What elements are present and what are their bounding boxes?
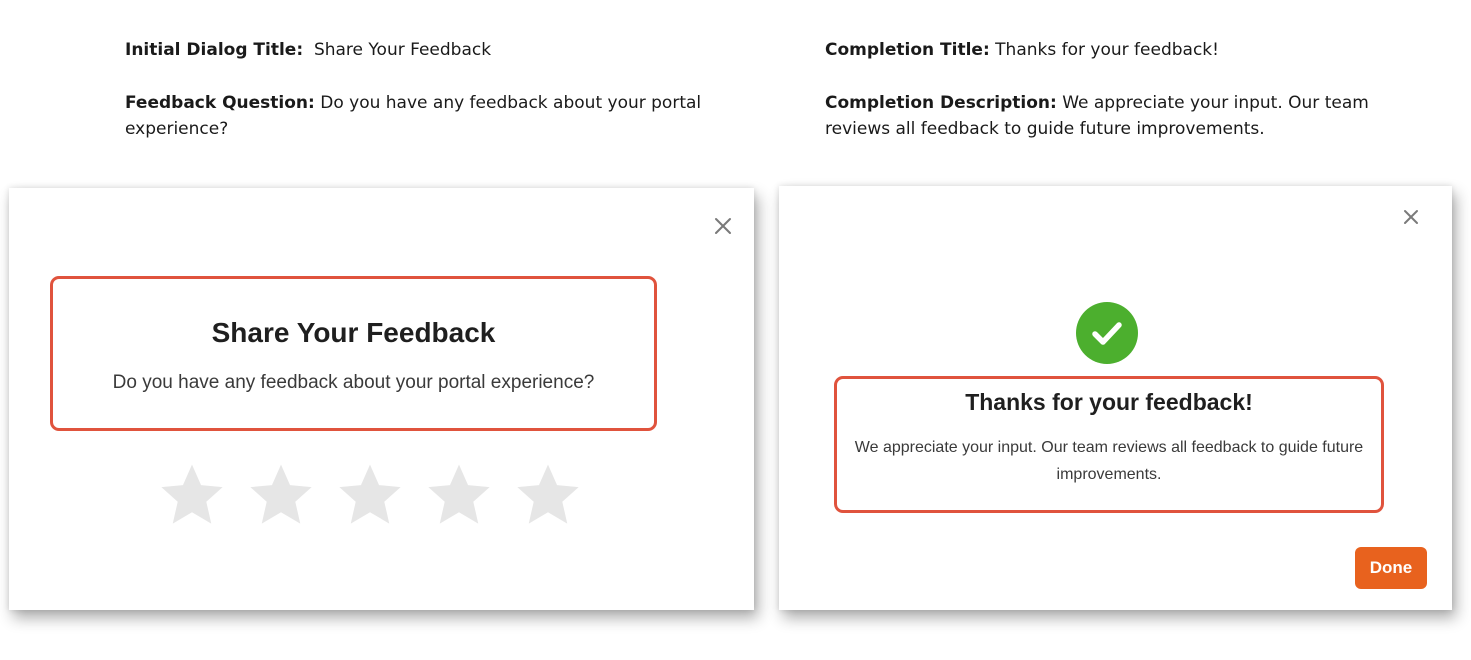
completion-dialog-annotation: Completion Title: Thanks for your feedba… bbox=[825, 37, 1425, 142]
completion-highlight-box: Thanks for your feedback! We appreciate … bbox=[834, 376, 1384, 513]
close-icon[interactable] bbox=[712, 215, 734, 237]
star-icon[interactable] bbox=[246, 460, 316, 530]
completion-title-label: Completion Title: bbox=[825, 40, 990, 60]
star-icon[interactable] bbox=[157, 460, 227, 530]
star-rating bbox=[157, 460, 583, 530]
completion-description-label: Completion Description: bbox=[825, 93, 1057, 113]
feedback-question-annotation: Feedback Question: Do you have any feedb… bbox=[125, 90, 705, 142]
star-icon[interactable] bbox=[513, 460, 583, 530]
feedback-question: Do you have any feedback about your port… bbox=[112, 372, 595, 393]
dialog-title: Share Your Feedback bbox=[211, 317, 496, 348]
completion-title-annotation: Completion Title: Thanks for your feedba… bbox=[825, 37, 1425, 63]
check-circle-icon bbox=[1076, 302, 1138, 364]
thanks-dialog: Thanks for your feedback! We appreciate … bbox=[779, 186, 1452, 610]
initial-dialog-annotation: Initial Dialog Title: Share Your Feedbac… bbox=[125, 37, 705, 142]
done-button[interactable]: Done bbox=[1355, 547, 1427, 589]
completion-description: We appreciate your input. Our team revie… bbox=[854, 439, 1364, 483]
initial-title-annotation: Initial Dialog Title: Share Your Feedbac… bbox=[125, 37, 705, 63]
completion-title-value: Thanks for your feedback! bbox=[995, 40, 1219, 60]
initial-title-value: Share Your Feedback bbox=[313, 40, 492, 60]
title-highlight-box: Share Your Feedback Do you have any feed… bbox=[50, 276, 657, 431]
completion-title: Thanks for your feedback! bbox=[965, 389, 1253, 415]
feedback-question-label: Feedback Question: bbox=[125, 93, 315, 113]
share-feedback-dialog: Share Your Feedback Do you have any feed… bbox=[9, 188, 754, 610]
star-icon[interactable] bbox=[424, 460, 494, 530]
close-icon[interactable] bbox=[1400, 206, 1422, 228]
completion-description-annotation: Completion Description: We appreciate yo… bbox=[825, 90, 1425, 142]
star-icon[interactable] bbox=[335, 460, 405, 530]
initial-title-label: Initial Dialog Title: bbox=[125, 40, 304, 60]
